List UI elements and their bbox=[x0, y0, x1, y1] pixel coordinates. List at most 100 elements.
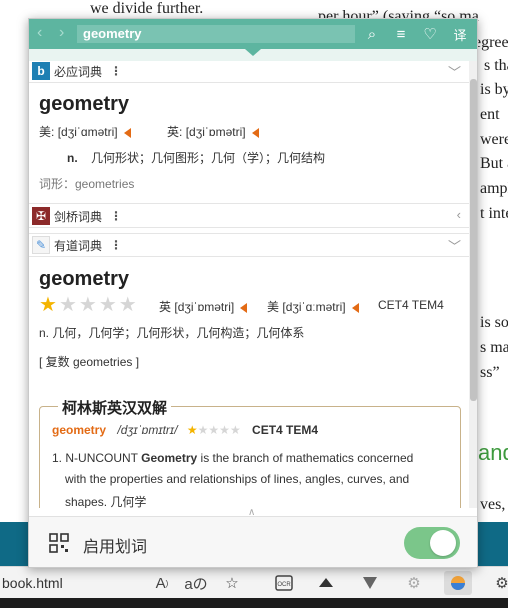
bottom-edge bbox=[0, 598, 508, 608]
doc-text-line: egrees bbox=[474, 34, 508, 51]
pron-label: 美 bbox=[267, 300, 280, 314]
phonetic: [dʒiˈɒmətri] bbox=[185, 125, 246, 139]
section-title: 剑桥词典 bbox=[54, 209, 103, 224]
pron-label: 美: bbox=[39, 125, 55, 139]
chevron-down-icon[interactable]: ﹀ bbox=[448, 62, 461, 81]
svg-text:OCR: OCR bbox=[277, 582, 291, 588]
collins-title: 柯林斯英汉双解 bbox=[58, 397, 172, 418]
scrollbar-thumb[interactable] bbox=[470, 79, 477, 401]
dictionary-popup: ‹ › geometry ⌕ ≡ ♡ 译 b 必应词典 ⋮ ﹀ geometry… bbox=[28, 18, 478, 568]
star-empty-icon: ★ bbox=[197, 423, 209, 437]
ocr-icon[interactable]: OCR bbox=[270, 571, 298, 595]
phonetic: [dʒiˈɒmətri] bbox=[174, 300, 235, 314]
doc-heading-fragment: and bbox=[478, 440, 508, 465]
menu-icon[interactable]: ≡ bbox=[390, 23, 412, 45]
more-icon[interactable]: ⚙ bbox=[488, 571, 508, 595]
star-filled-icon: ★ bbox=[186, 423, 198, 437]
heart-icon[interactable]: ♡ bbox=[419, 23, 441, 45]
chevron-down-icon[interactable]: ﹀ bbox=[448, 236, 461, 255]
translate-icon[interactable]: 译 bbox=[449, 23, 471, 45]
address-bar-url[interactable]: book.html bbox=[2, 575, 63, 591]
add-favorite-icon[interactable]: ☆ bbox=[218, 571, 246, 595]
doc-text-line: ample bbox=[480, 180, 508, 197]
section-header-youdao[interactable]: ✎ 有道词典 ⋮ ﹀ bbox=[29, 235, 469, 255]
vee-icon[interactable] bbox=[356, 571, 384, 595]
star-empty-icon: ★ bbox=[78, 294, 97, 316]
headword: geometry bbox=[39, 268, 130, 290]
back-arrow-icon[interactable]: ‹ bbox=[37, 24, 42, 42]
divider bbox=[29, 203, 469, 204]
read-aloud-icon[interactable]: A) bbox=[148, 571, 176, 595]
section-menu-icon[interactable]: ⋮ bbox=[110, 209, 122, 223]
exam-tags: CET4 TEM4 bbox=[378, 298, 444, 312]
frequency-stars: ★ ★ ★ ★ ★ bbox=[187, 424, 241, 436]
pronunciation-us: 美: [dʒiˈɑmətri] bbox=[39, 123, 131, 140]
star-empty-icon: ★ bbox=[219, 423, 230, 437]
sense-number: 1. bbox=[52, 451, 63, 465]
pron-label: 英 bbox=[159, 300, 172, 314]
phonetic: [dʒiˈɑːmətri] bbox=[282, 300, 346, 314]
collins-word: geometry bbox=[52, 423, 107, 437]
cambridge-shield-icon: ✠ bbox=[32, 207, 50, 225]
definition-row: n. 几何形状；几何图形；几何（学）；几何结构 bbox=[67, 149, 325, 166]
section-header-bing[interactable]: b 必应词典 ⋮ ﹀ bbox=[29, 61, 469, 81]
popup-topbar: ‹ › geometry ⌕ ≡ ♡ 译 bbox=[29, 19, 477, 49]
speaker-icon[interactable] bbox=[240, 302, 248, 313]
doc-text-line: were bbox=[480, 131, 508, 148]
doc-text-line: we divide further. bbox=[90, 0, 204, 17]
settings-cog-icon[interactable]: ⚙ bbox=[400, 571, 428, 595]
speaker-icon[interactable] bbox=[251, 127, 259, 138]
divider bbox=[29, 82, 469, 83]
section-menu-icon[interactable]: ⋮ bbox=[110, 238, 122, 252]
qr-code-icon[interactable] bbox=[49, 533, 69, 553]
collins-headline: geometry /dʒɪˈɒmɪtrɪ/ ★ ★ ★ ★ ★ CET4 TEM4 bbox=[52, 423, 318, 437]
doc-text-line: ss” bbox=[480, 364, 500, 381]
browser-toolbar: book.html A) aの ☆ OCR ⚙ ⚙ bbox=[0, 566, 508, 598]
doc-text-line: s tha bbox=[484, 57, 508, 74]
speaker-icon[interactable] bbox=[123, 127, 131, 138]
star-empty-icon: ★ bbox=[118, 294, 137, 316]
divider bbox=[29, 233, 469, 234]
collins-phonetic: /dʒɪˈɒmɪtrɪ/ bbox=[117, 423, 178, 437]
chevron-up-icon[interactable]: ∧ bbox=[248, 507, 255, 518]
collins-sense-line: 1. N-UNCOUNT Geometry is the branch of m… bbox=[52, 451, 413, 465]
search-input[interactable]: geometry bbox=[77, 25, 355, 43]
divider bbox=[29, 227, 469, 228]
phonetic: [dʒiˈɑmətri] bbox=[57, 125, 118, 139]
word-forms: 词形：geometries bbox=[39, 177, 135, 191]
sense-type: N-UNCOUNT bbox=[65, 451, 138, 465]
toggle-knob bbox=[430, 530, 456, 556]
enable-selection-label: 启用划词 bbox=[83, 539, 148, 556]
headword: geometry bbox=[39, 93, 130, 115]
doc-text-line: s ma bbox=[480, 339, 508, 356]
exam-tags: CET4 TEM4 bbox=[252, 423, 319, 437]
star-empty-icon: ★ bbox=[58, 294, 77, 316]
doc-text-line: t inte bbox=[480, 205, 508, 222]
doc-text-line: is by bbox=[480, 81, 508, 98]
divider bbox=[29, 256, 469, 257]
star-empty-icon: ★ bbox=[98, 294, 117, 316]
collins-sense-line: shapes. 几何学 bbox=[65, 495, 147, 508]
search-icon[interactable]: ⌕ bbox=[361, 23, 383, 45]
enable-selection-toggle[interactable] bbox=[404, 527, 460, 559]
bing-logo-icon: b bbox=[32, 62, 50, 80]
definition-text: 几何形状；几何图形；几何（学）；几何结构 bbox=[91, 151, 326, 165]
pronunciation-uk: 英: [dʒiˈɒmətri] bbox=[167, 123, 259, 140]
star-empty-icon: ★ bbox=[229, 423, 241, 437]
dictionary-extension-icon[interactable] bbox=[444, 571, 472, 595]
speaker-icon[interactable] bbox=[351, 302, 359, 313]
star-filled-icon: ★ bbox=[39, 294, 57, 316]
chevron-left-icon[interactable]: ‹ bbox=[457, 207, 461, 222]
section-menu-icon[interactable]: ⋮ bbox=[110, 64, 122, 78]
doc-text-line: ent bbox=[480, 106, 500, 123]
collins-sense-line: with the properties and relationships of… bbox=[65, 472, 410, 486]
section-header-cambridge[interactable]: ✠ 剑桥词典 ⋮ ‹ bbox=[29, 206, 469, 226]
section-title: 必应词典 bbox=[54, 64, 103, 79]
extension-icon[interactable] bbox=[312, 571, 340, 595]
collins-panel: 柯林斯英汉双解 geometry /dʒɪˈɒmɪtrɪ/ ★ ★ ★ ★ ★ CET4… bbox=[39, 397, 461, 508]
plural-form: [ 复数 geometries ] bbox=[39, 355, 140, 369]
frequency-stars: ★ ★ ★ ★ ★ bbox=[39, 295, 139, 315]
forward-arrow-icon[interactable]: › bbox=[59, 24, 64, 42]
part-of-speech: n. bbox=[67, 151, 78, 165]
translate-icon[interactable]: aの bbox=[182, 571, 210, 595]
